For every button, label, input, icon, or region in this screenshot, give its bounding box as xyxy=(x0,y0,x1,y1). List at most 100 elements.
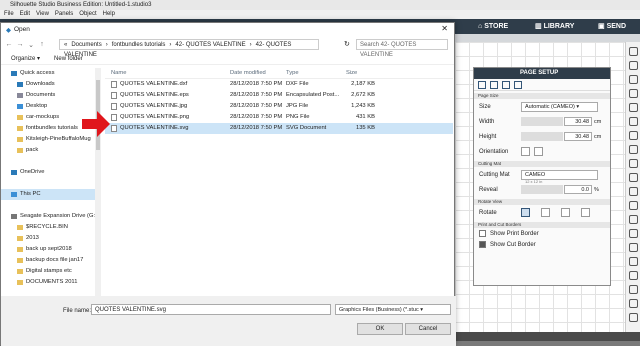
tool-icon[interactable] xyxy=(628,61,638,70)
back-icon[interactable]: ← xyxy=(5,41,13,48)
reveal-slider[interactable] xyxy=(521,185,563,194)
tool-icon[interactable] xyxy=(628,47,638,56)
file-size: 2,187 KB xyxy=(351,81,375,87)
width-slider[interactable] xyxy=(521,117,563,126)
folder-icon xyxy=(17,115,23,120)
menu-object[interactable]: Object xyxy=(79,10,96,19)
height-slider[interactable] xyxy=(521,132,563,141)
file-name: QUOTES VALENTINE.jpg xyxy=(120,103,188,109)
file-type: Encapsulated Post... xyxy=(286,92,340,98)
file-size: 135 KB xyxy=(355,125,375,131)
page-setup-panel: PAGE SETUP Page Size Size Automatic (CAME… xyxy=(473,67,611,286)
nav-item[interactable]: Seagate Expansion Drive (G:) xyxy=(1,211,95,222)
ok-button[interactable]: OK xyxy=(357,323,403,335)
menu-panels[interactable]: Panels xyxy=(55,10,73,19)
tool-icon[interactable] xyxy=(628,299,638,308)
tab-store[interactable]: ⌂ STORE xyxy=(478,22,508,31)
close-icon[interactable]: ✕ xyxy=(441,24,448,33)
nav-item[interactable]: Quick access xyxy=(1,68,95,79)
nav-item[interactable]: This PC xyxy=(1,189,95,200)
tool-icon[interactable] xyxy=(628,215,638,224)
file-row[interactable]: QUOTES VALENTINE.dxf 28/12/2018 7:50 PM DX… xyxy=(105,79,453,90)
tool-icon[interactable] xyxy=(628,89,638,98)
tool-icon[interactable] xyxy=(628,75,638,84)
tool-icon[interactable] xyxy=(628,229,638,238)
checkbox-box[interactable] xyxy=(479,241,486,248)
grid-icon[interactable] xyxy=(490,81,498,89)
reveal-input[interactable]: 0.0 xyxy=(564,185,592,194)
width-label: Width xyxy=(479,118,495,125)
tool-icon[interactable] xyxy=(628,271,638,280)
nav-item[interactable]: DOCUMENTS 2011 xyxy=(1,277,95,288)
file-row[interactable]: QUOTES VALENTINE.eps 28/12/2018 7:50 PM En… xyxy=(105,90,453,101)
menu-file[interactable]: File xyxy=(4,10,14,19)
tab-library[interactable]: ▥ LIBRARY xyxy=(535,22,574,31)
width-input[interactable]: 30.48 xyxy=(564,117,592,126)
nav-item-label: This PC xyxy=(20,191,41,197)
rotate-0-icon[interactable] xyxy=(521,208,530,217)
portrait-icon[interactable] xyxy=(521,147,530,156)
filename-input[interactable]: QUOTES VALENTINE.svg xyxy=(91,304,331,315)
nav-item[interactable]: Documents xyxy=(1,90,95,101)
breadcrumb[interactable]: «Documents › fontbundles tutorials › 42- QUO… xyxy=(59,39,319,58)
checkbox-box[interactable] xyxy=(479,230,486,237)
transform-icon[interactable] xyxy=(502,81,510,89)
menu-help[interactable]: Help xyxy=(103,10,115,19)
tool-icon[interactable] xyxy=(628,285,638,294)
nav-item[interactable]: Digital stamps etc xyxy=(1,266,95,277)
tool-icon[interactable] xyxy=(628,313,638,322)
tool-icon[interactable] xyxy=(628,201,638,210)
tool-icon[interactable] xyxy=(628,103,638,112)
nav-scrollbar[interactable] xyxy=(95,68,101,296)
layer-icon[interactable] xyxy=(514,81,522,89)
nav-item[interactable]: back up sept2018 xyxy=(1,244,95,255)
nav-item[interactable]: pack xyxy=(1,145,95,156)
filetype-select[interactable]: Graphics Files (Business) (*.stuc ▾ xyxy=(335,304,451,315)
nav-item[interactable]: $RECYCLE.BIN xyxy=(1,222,95,233)
refresh-icon[interactable]: ↻ xyxy=(344,40,350,48)
tool-icon[interactable] xyxy=(628,159,638,168)
tool-icon[interactable] xyxy=(628,173,638,182)
nav-item[interactable]: 2013 xyxy=(1,233,95,244)
nav-item[interactable]: OneDrive xyxy=(1,167,95,178)
tool-icon[interactable] xyxy=(628,131,638,140)
rotate-90-icon[interactable] xyxy=(541,208,550,217)
page-icon[interactable] xyxy=(478,81,486,89)
file-row[interactable]: QUOTES VALENTINE.svg 28/12/2018 7:50 PM SV… xyxy=(105,123,453,134)
cancel-button[interactable]: Cancel xyxy=(405,323,451,335)
tool-icon[interactable] xyxy=(628,243,638,252)
nav-item[interactable]: backup docs file jan17 xyxy=(1,255,95,266)
column-size[interactable]: Size xyxy=(343,68,375,78)
rotate-270-icon[interactable] xyxy=(581,208,590,217)
show-print-border-checkbox[interactable]: Show Print Border xyxy=(474,228,610,239)
tool-icon[interactable] xyxy=(628,145,638,154)
tool-icon[interactable] xyxy=(628,257,638,266)
tool-icon[interactable] xyxy=(628,187,638,196)
column-type[interactable]: Type xyxy=(286,68,343,78)
file-row[interactable]: QUOTES VALENTINE.png 28/12/2018 7:50 PM PN… xyxy=(105,112,453,123)
cutting-mat-select[interactable]: CAMEO 12 x 12 in xyxy=(521,169,598,183)
nav-item[interactable]: Downloads xyxy=(1,79,95,90)
size-select[interactable]: Automatic (CAMEO) ▾ xyxy=(521,101,598,112)
show-cut-border-checkbox[interactable]: Show Cut Border xyxy=(474,239,610,250)
height-input[interactable]: 30.48 xyxy=(564,132,592,141)
chevron-down-icon[interactable]: ⌄ xyxy=(27,41,35,49)
nav-item-label: Digital stamps etc xyxy=(26,268,72,274)
file-row[interactable]: QUOTES VALENTINE.jpg 28/12/2018 7:50 PM JP… xyxy=(105,101,453,112)
search-input[interactable]: Search 42- QUOTES VALENTINE xyxy=(356,39,448,58)
tool-icon[interactable] xyxy=(628,117,638,126)
file-size: 1,243 KB xyxy=(351,103,375,109)
organize-button[interactable]: Organize ▾ xyxy=(11,55,40,62)
landscape-icon[interactable] xyxy=(534,147,543,156)
column-date[interactable]: Date modified xyxy=(230,68,286,78)
column-name[interactable]: Name xyxy=(105,68,230,78)
forward-icon[interactable]: → xyxy=(16,41,24,48)
up-icon[interactable]: ↑ xyxy=(38,41,46,48)
tab-send[interactable]: ▣ SEND xyxy=(598,22,626,31)
red-arrow-annotation xyxy=(82,111,110,137)
menu-edit[interactable]: Edit xyxy=(20,10,30,19)
menu-view[interactable]: View xyxy=(36,10,49,19)
nav-item-label: Documents xyxy=(26,92,56,98)
rotate-180-icon[interactable] xyxy=(561,208,570,217)
